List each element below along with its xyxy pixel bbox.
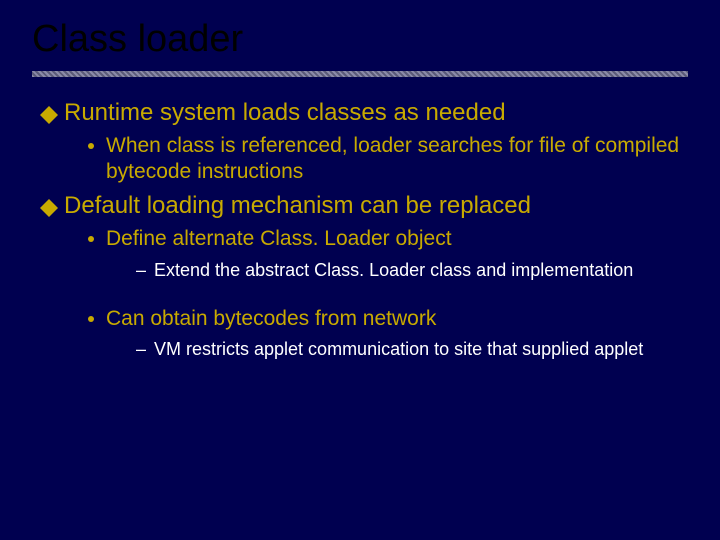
bullet-level3: – VM restricts applet communication to s… [136, 339, 688, 361]
slide-content: Runtime system loads classes as needed W… [32, 99, 688, 361]
bullet-text: Default loading mechanism can be replace… [64, 192, 531, 220]
title-divider [32, 71, 688, 77]
dot-icon [88, 143, 94, 149]
dash-icon: – [136, 260, 146, 282]
bullet-text: VM restricts applet communication to sit… [154, 339, 643, 361]
bullet-level1: Default loading mechanism can be replace… [40, 192, 688, 220]
slide: Class loader Runtime system loads classe… [0, 0, 720, 361]
diamond-icon [40, 106, 58, 124]
bullet-text: When class is referenced, loader searche… [106, 133, 688, 184]
bullet-text: Define alternate Class. Loader object [106, 226, 452, 252]
bullet-level2: When class is referenced, loader searche… [88, 133, 688, 184]
diamond-icon [40, 199, 58, 217]
dash-icon: – [136, 339, 146, 361]
dot-icon [88, 236, 94, 242]
bullet-text: Extend the abstract Class. Loader class … [154, 260, 633, 282]
bullet-level2: Define alternate Class. Loader object [88, 226, 688, 252]
spacer [40, 292, 688, 306]
bullet-level1: Runtime system loads classes as needed [40, 99, 688, 127]
bullet-level3: – Extend the abstract Class. Loader clas… [136, 260, 688, 282]
dot-icon [88, 316, 94, 322]
slide-title: Class loader [32, 18, 688, 61]
bullet-text: Runtime system loads classes as needed [64, 99, 506, 127]
bullet-text: Can obtain bytecodes from network [106, 306, 436, 332]
bullet-level2: Can obtain bytecodes from network [88, 306, 688, 332]
